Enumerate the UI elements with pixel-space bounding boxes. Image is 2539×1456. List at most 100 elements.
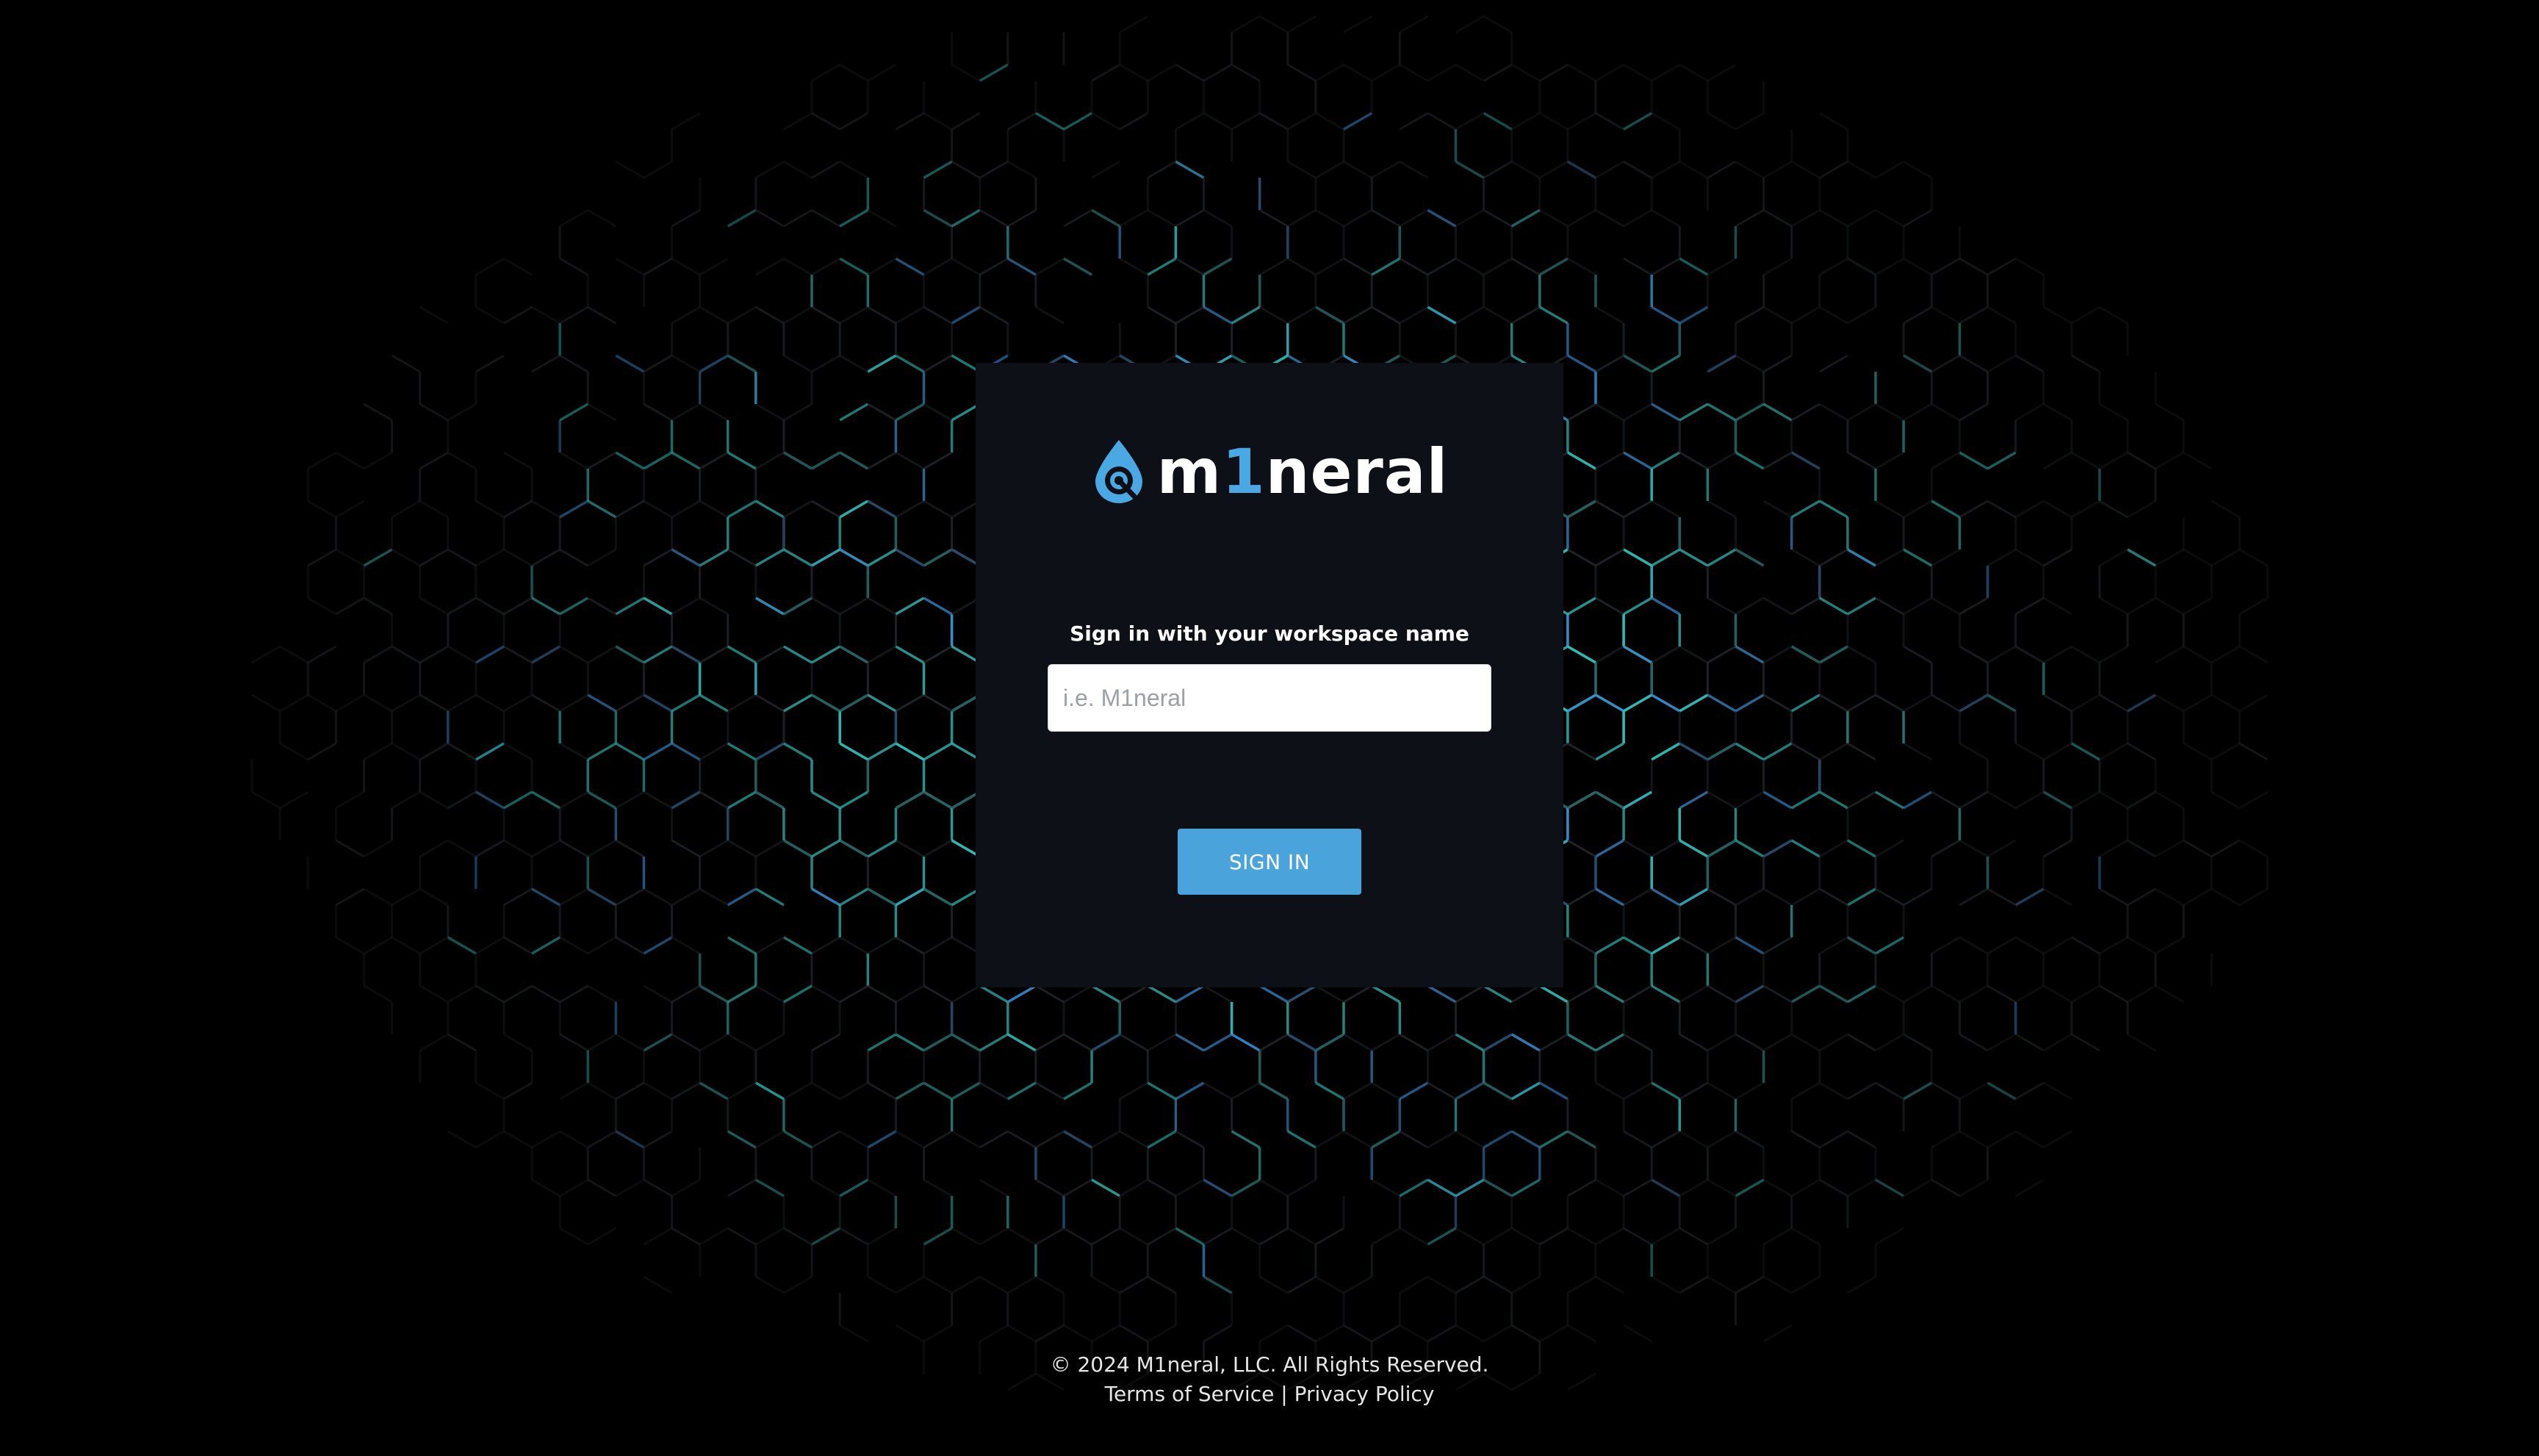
hexagon-edge <box>2099 500 2128 519</box>
hexagon-edge <box>2099 839 2128 858</box>
hexagon-edge <box>2071 645 2100 664</box>
terms-of-service-link[interactable]: Terms of Service <box>1105 1382 1275 1406</box>
hexagon-edge <box>2014 354 2045 373</box>
hexagon-edge <box>2127 451 2156 470</box>
hexagon-edge <box>811 887 841 907</box>
hexagon-edge <box>1175 1033 1205 1052</box>
hexagon-edge <box>671 354 701 373</box>
hexagon-edge <box>2211 790 2241 810</box>
hexagon-edge <box>811 597 840 616</box>
hexagon-edge <box>783 257 813 276</box>
hexagon-edge <box>1903 1081 1933 1100</box>
hexagon-edge <box>559 1178 588 1197</box>
hexagon-edge <box>1819 306 1848 325</box>
hexagon-edge <box>1790 645 1820 664</box>
hexagon-edge <box>1483 63 1513 82</box>
hexagon-edge <box>867 1081 897 1100</box>
hexagon-edge <box>2014 548 2045 567</box>
hexagon-edge <box>699 257 729 276</box>
hexagon-edge <box>727 1178 757 1197</box>
hexagon-edge <box>1623 257 1652 276</box>
hexagon-edge <box>923 112 953 131</box>
hexagon-edge <box>1063 1130 1092 1149</box>
hexagon-edge <box>503 839 533 858</box>
hexagon-edge <box>979 160 1009 179</box>
hexagon-edge <box>503 1081 533 1100</box>
hexagon-edge <box>1790 306 1820 325</box>
hexagon-edge <box>1790 1227 1820 1246</box>
hexagon-edge <box>1035 1033 1065 1052</box>
hexagon-edge <box>391 693 421 713</box>
hexagon-edge <box>1063 1033 1092 1052</box>
hexagon-edge <box>1847 257 1876 276</box>
hexagon-edge <box>1091 1033 1120 1052</box>
hexagon-edge <box>1119 15 1149 34</box>
hexagon-edge <box>1455 1227 1485 1246</box>
hexagon-edge <box>643 936 673 955</box>
hexagon-edge <box>1091 63 1120 82</box>
hexagon-edge <box>503 693 533 713</box>
hexagon-edge <box>1287 1324 1317 1343</box>
hexagon-edge <box>1147 1130 1177 1149</box>
hexagon-edge <box>783 209 813 228</box>
hexagon-edge <box>1959 403 1989 422</box>
hexagon-edge <box>811 257 840 276</box>
hexagon-edge <box>923 1324 953 1343</box>
hexagon-edge <box>1762 500 1793 519</box>
hexagon-edge <box>1903 1178 1933 1197</box>
hexagon-edge <box>811 1227 840 1246</box>
hexagon-edge <box>1931 451 1961 470</box>
hexagon-edge <box>475 500 505 519</box>
hexagon-edge <box>2239 742 2269 761</box>
hexagon-edge <box>1567 403 1596 422</box>
hexagon-edge <box>279 693 309 713</box>
hexagon-edge <box>2042 500 2072 519</box>
hexagon-edge <box>615 160 645 179</box>
hexagon-edge <box>1539 1324 1569 1343</box>
hexagon-edge <box>643 790 673 810</box>
hexagon-edge <box>2071 693 2100 713</box>
hexagon-edge <box>615 354 645 373</box>
hexagon-edge <box>1679 887 1709 907</box>
privacy-policy-link[interactable]: Privacy Policy <box>1294 1382 1435 1406</box>
hexagon-edge <box>2042 645 2072 664</box>
hexagon-edge <box>1595 451 1624 470</box>
hexagon-edge <box>615 597 645 616</box>
hexagon-edge <box>2071 1033 2100 1052</box>
hexagon-edge <box>1959 645 1989 664</box>
hexagon-edge <box>727 645 757 664</box>
hexagon-edge <box>1399 1275 1429 1294</box>
hexagon-edge <box>2042 887 2072 907</box>
hexagon-edge <box>1567 257 1596 276</box>
hexagon-edge <box>671 548 701 567</box>
hexagon-edge <box>1847 1033 1876 1052</box>
hexagon-edge <box>1707 500 1737 519</box>
hexagon-edge <box>727 887 757 907</box>
hexagon-edge <box>1371 984 1401 1003</box>
copyright-text: © 2024 M1neral, LLC. All Rights Reserved… <box>1050 1352 1489 1377</box>
hexagon-edge <box>1707 1081 1737 1100</box>
sign-in-button[interactable]: SIGN IN <box>1178 829 1361 895</box>
hexagon-edge <box>1258 209 1289 228</box>
hexagon-edge <box>755 160 785 179</box>
hexagon-edge <box>1707 597 1737 616</box>
hexagon-edge <box>1819 354 1848 373</box>
hexagon-edge <box>2183 645 2213 664</box>
workspace-name-input[interactable] <box>1048 664 1491 732</box>
hexagon-edge <box>923 548 953 567</box>
hexagon-edge <box>1735 1130 1765 1149</box>
hexagon-edge <box>1427 306 1457 325</box>
hexagon-edge <box>1287 112 1317 131</box>
hexagon-edge <box>1931 500 1961 519</box>
hexagon-edge <box>1931 548 1961 567</box>
hexagon-edge <box>1427 1227 1457 1246</box>
hexagon-edge <box>363 936 393 955</box>
hexagon-edge <box>923 839 953 858</box>
hexagon-edge <box>1427 984 1457 1003</box>
hexagon-edge <box>1959 257 1989 276</box>
hexagon-edge <box>2127 597 2156 616</box>
hexagon-edge <box>1847 984 1876 1003</box>
hexagon-edge <box>839 403 869 422</box>
hexagon-edge <box>475 936 505 955</box>
hexagon-edge <box>1203 1178 1233 1197</box>
